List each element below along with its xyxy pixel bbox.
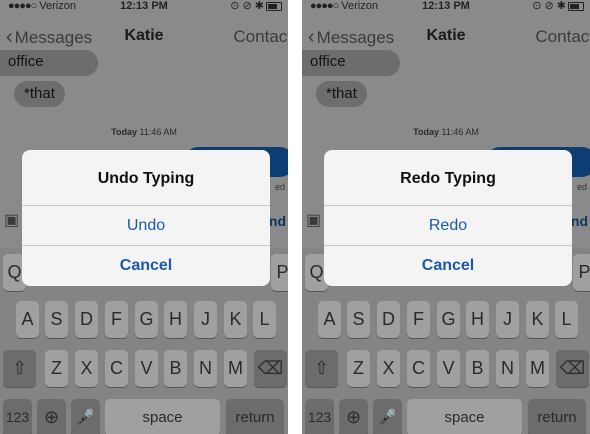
shift-icon: ⇧ [313,358,330,378]
key-v[interactable]: V [135,350,158,387]
dictation-key[interactable]: 🎤 [71,399,100,434]
numbers-key[interactable]: 123 [3,399,32,434]
key-z[interactable]: Z [45,350,68,387]
phone-screen-redo: ●●●●○ Verizon 12:13 PM ⊙ ⊘ ✱ ‹ Messages K… [302,0,590,434]
key-s[interactable]: S [347,301,370,338]
message-bubble: *that [316,81,367,107]
status-icons: ⊙ ⊘ ✱ [532,0,566,12]
contact-button[interactable]: Contact [233,27,288,47]
navigation-bar: ‹ Messages Katie Contact [0,18,288,52]
key-x[interactable]: X [377,350,400,387]
key-m[interactable]: M [526,350,549,387]
undo-typing-alert: Undo Typing Undo Cancel [22,150,270,286]
key-x[interactable]: X [75,350,98,387]
send-button[interactable]: nd [571,213,588,229]
message-bubble: office [0,50,98,76]
key-k[interactable]: K [224,301,247,338]
key-d[interactable]: D [75,301,98,338]
contact-button[interactable]: Contact [535,27,590,47]
key-g[interactable]: G [135,301,158,338]
return-key[interactable]: return [226,399,284,434]
battery-icon [266,1,282,11]
key-b[interactable]: B [164,350,187,387]
key-l[interactable]: L [253,301,276,338]
send-button[interactable]: nd [269,213,286,229]
space-key[interactable]: space [407,399,522,434]
delivered-label: ed [576,182,587,192]
globe-icon: ⊕ [43,407,60,427]
key-b[interactable]: B [466,350,489,387]
message-timestamp: Today 11:46 AM [413,127,479,137]
microphone-icon: 🎤 [378,409,397,426]
redo-typing-alert: Redo Typing Redo Cancel [324,150,572,286]
key-j[interactable]: J [496,301,519,338]
delete-key[interactable]: ⌫ [556,350,589,387]
alert-title: Undo Typing [97,170,195,187]
key-v[interactable]: V [437,350,460,387]
delete-key[interactable]: ⌫ [254,350,287,387]
key-s[interactable]: S [45,301,68,338]
message-bubble: *that [14,81,65,107]
status-bar: ●●●●○ Verizon 12:13 PM ⊙ ⊘ ✱ [302,0,590,12]
undo-button[interactable]: Undo [22,206,270,246]
key-j[interactable]: J [194,301,217,338]
key-z[interactable]: Z [347,350,370,387]
shift-icon: ⇧ [11,358,28,378]
camera-icon[interactable]: ▣ [4,210,19,230]
key-c[interactable]: C [105,350,128,387]
key-h[interactable]: H [466,301,489,338]
status-bar: ●●●●○ Verizon 12:13 PM ⊙ ⊘ ✱ [0,0,288,12]
dictation-key[interactable]: 🎤 [373,399,402,434]
key-f[interactable]: F [407,301,430,338]
cancel-button[interactable]: Cancel [22,246,270,286]
status-icons: ⊙ ⊘ ✱ [230,0,264,12]
key-d[interactable]: D [377,301,400,338]
key-h[interactable]: H [164,301,187,338]
key-a[interactable]: A [16,301,39,338]
message-bubble: office [302,50,400,76]
numbers-key[interactable]: 123 [305,399,334,434]
key-n[interactable]: N [496,350,519,387]
message-timestamp: Today 11:46 AM [111,127,177,137]
globe-key[interactable]: ⊕ [339,399,368,434]
key-n[interactable]: N [194,350,217,387]
delivered-label: ed [274,182,285,192]
delete-icon: ⌫ [257,358,284,378]
key-l[interactable]: L [555,301,578,338]
return-key[interactable]: return [528,399,586,434]
alert-title: Redo Typing [400,170,496,187]
phone-screen-undo: ●●●●○ Verizon 12:13 PM ⊙ ⊘ ✱ ‹ Messages K… [0,0,288,434]
key-m[interactable]: M [224,350,247,387]
key-c[interactable]: C [407,350,430,387]
key-f[interactable]: F [105,301,128,338]
redo-button[interactable]: Redo [324,206,572,246]
globe-key[interactable]: ⊕ [37,399,66,434]
space-key[interactable]: space [105,399,220,434]
key-g[interactable]: G [437,301,460,338]
cancel-button[interactable]: Cancel [324,246,572,286]
shift-key[interactable]: ⇧ [305,350,338,387]
key-p[interactable]: P [573,254,590,291]
microphone-icon: 🎤 [76,409,95,426]
key-a[interactable]: A [318,301,341,338]
globe-icon: ⊕ [345,407,362,427]
key-p[interactable]: P [271,254,288,291]
key-k[interactable]: K [526,301,549,338]
camera-icon[interactable]: ▣ [306,210,321,230]
shift-key[interactable]: ⇧ [3,350,36,387]
navigation-bar: ‹ Messages Katie Contact [302,18,590,52]
delete-icon: ⌫ [559,358,586,378]
battery-icon [568,1,584,11]
